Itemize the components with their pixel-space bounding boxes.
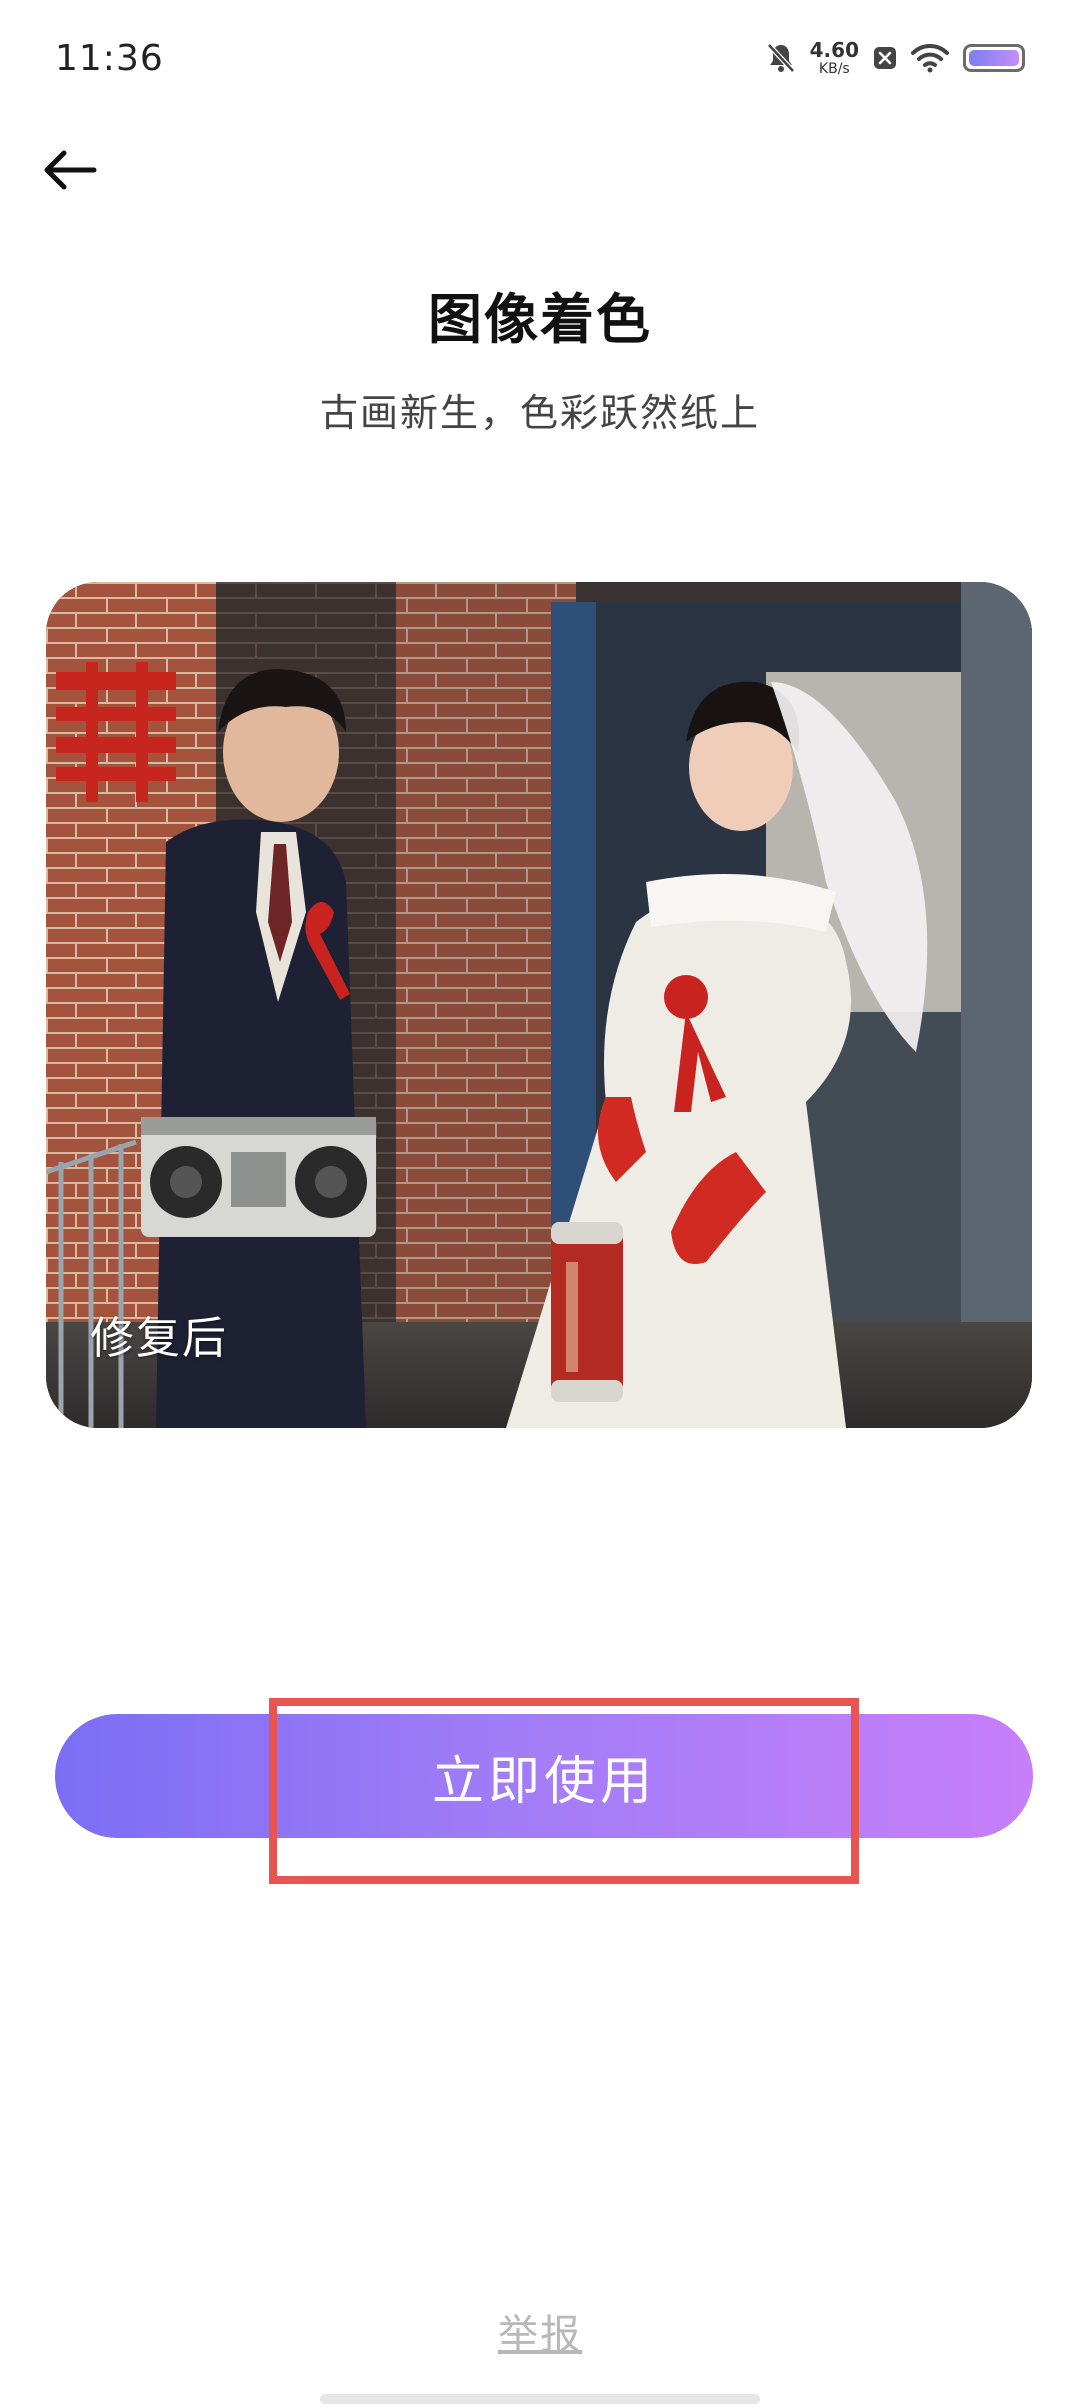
close-badge-icon [873, 46, 897, 70]
home-indicator[interactable] [320, 2394, 760, 2404]
page-subtitle: 古画新生，色彩跃然纸上 [319, 391, 760, 435]
report-link[interactable]: 举报 [0, 2302, 1080, 2360]
wifi-icon [911, 43, 949, 73]
preview-image: 修复后 [46, 582, 1032, 1428]
preview-label: 修复后 [90, 1313, 228, 1364]
network-speed-unit: KB/s [818, 61, 850, 77]
highlight-box [269, 1698, 859, 1884]
status-icons: 4.60 KB/s [766, 40, 1025, 76]
battery-level [969, 50, 1019, 66]
back-button[interactable] [30, 130, 110, 210]
bell-off-icon [766, 42, 796, 74]
status-time: 11:36 [55, 38, 164, 79]
network-speed-value: 4.60 [809, 38, 859, 62]
battery-icon [963, 44, 1025, 72]
network-speed: 4.60 KB/s [810, 40, 859, 76]
status-bar: 11:36 4.60 KB/s [0, 0, 1080, 120]
back-arrow-icon [44, 150, 97, 190]
page-title: 图像着色 [428, 288, 652, 351]
